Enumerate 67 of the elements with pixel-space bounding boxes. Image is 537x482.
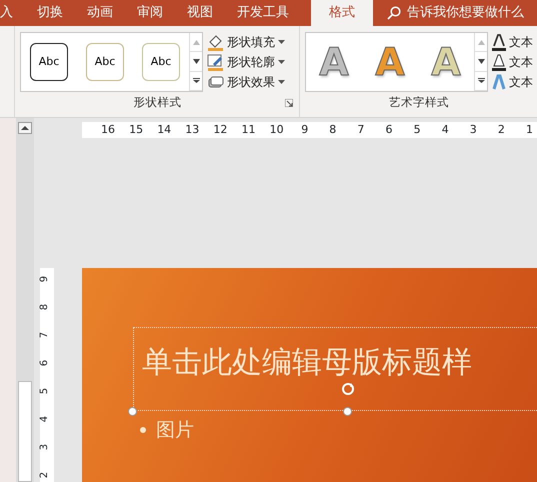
dialog-launcher-icon[interactable] [285,99,293,107]
scroll-down-icon[interactable] [478,58,484,64]
group-label: 艺术字样式 [389,95,449,109]
text-command[interactable]: 文本 [492,32,533,52]
search-icon[interactable] [387,6,401,20]
ruler-number: 6 [386,123,392,137]
letter-a-icon [492,74,506,90]
ribbon-tab[interactable]: 入 [0,0,25,26]
resize-handle[interactable] [343,407,352,416]
slide-title: 单击此处编辑母版标题样 [142,348,472,378]
ribbon-tab[interactable]: 动画 [75,0,125,26]
text-command[interactable]: 文本 [492,72,533,92]
scroll-down-icon[interactable] [192,58,200,64]
ruler-number: 10 [270,123,284,137]
ruler-number: 5 [40,388,50,394]
effects-icon [207,74,224,90]
shape-command[interactable]: 形状填充 [207,32,285,52]
ruler-number: 8 [329,123,336,137]
scroll-thumb[interactable] [18,381,32,482]
search-field[interactable]: 告诉我你想要做什么 [405,2,535,24]
pencil-icon [207,54,224,70]
bullet-dot [140,427,146,434]
ruler-number: 4 [40,416,50,422]
ruler-number: 1 [526,123,533,137]
resize-handle[interactable] [128,407,137,416]
ruler-number: 7 [357,123,364,137]
ruler-number: 7 [40,332,50,338]
shape-style-option[interactable]: Abc [142,43,180,81]
ruler-number: 14 [157,123,172,137]
ruler-number: 3 [470,123,477,137]
scroll-up-icon[interactable] [18,122,32,134]
title-placeholder[interactable] [133,327,537,411]
ruler-number: 9 [301,123,308,137]
letter-a-icon [492,34,506,50]
shape-command[interactable]: 形状轮廓 [207,52,285,72]
bullet-text: 图片 [156,418,194,443]
more-icon[interactable] [478,78,484,84]
ruler-number: 6 [40,360,50,366]
caret-icon [278,80,285,84]
ruler-number: 3 [40,444,50,450]
ruler-number: 15 [129,123,144,137]
ribbon-tab[interactable]: 格式 [311,0,373,26]
more-icon[interactable] [192,78,200,84]
text-command[interactable]: 文本 [492,52,533,72]
ruler-number: 5 [414,123,421,137]
letter-a-icon [492,54,506,70]
ruler-number: 13 [185,123,200,137]
ruler-number: 12 [213,123,228,137]
shape-style-option[interactable]: Abc [30,43,68,81]
scrollbar[interactable] [16,118,34,482]
ruler-number: 11 [242,123,256,137]
ruler-number: 4 [442,123,449,137]
ribbon-tab[interactable]: 开发工具 [225,0,301,26]
group-label: 形状样式 [134,95,182,109]
caret-icon [278,40,285,44]
ruler-number: 9 [40,276,50,282]
caret-icon [278,60,285,64]
ruler-number: 2 [40,472,50,478]
ribbon-tab[interactable]: 审阅 [125,0,175,26]
ruler-number: 16 [101,123,115,137]
shape-style-option[interactable]: Abc [86,43,124,81]
shape-command[interactable]: 形状效果 [207,72,285,92]
ruler-number: 2 [498,123,505,137]
ruler-number: 8 [40,304,50,310]
ribbon-tab[interactable]: 视图 [175,0,225,26]
rotate-handle-icon[interactable] [341,382,355,396]
ribbon-tab[interactable]: 切换 [25,0,75,26]
